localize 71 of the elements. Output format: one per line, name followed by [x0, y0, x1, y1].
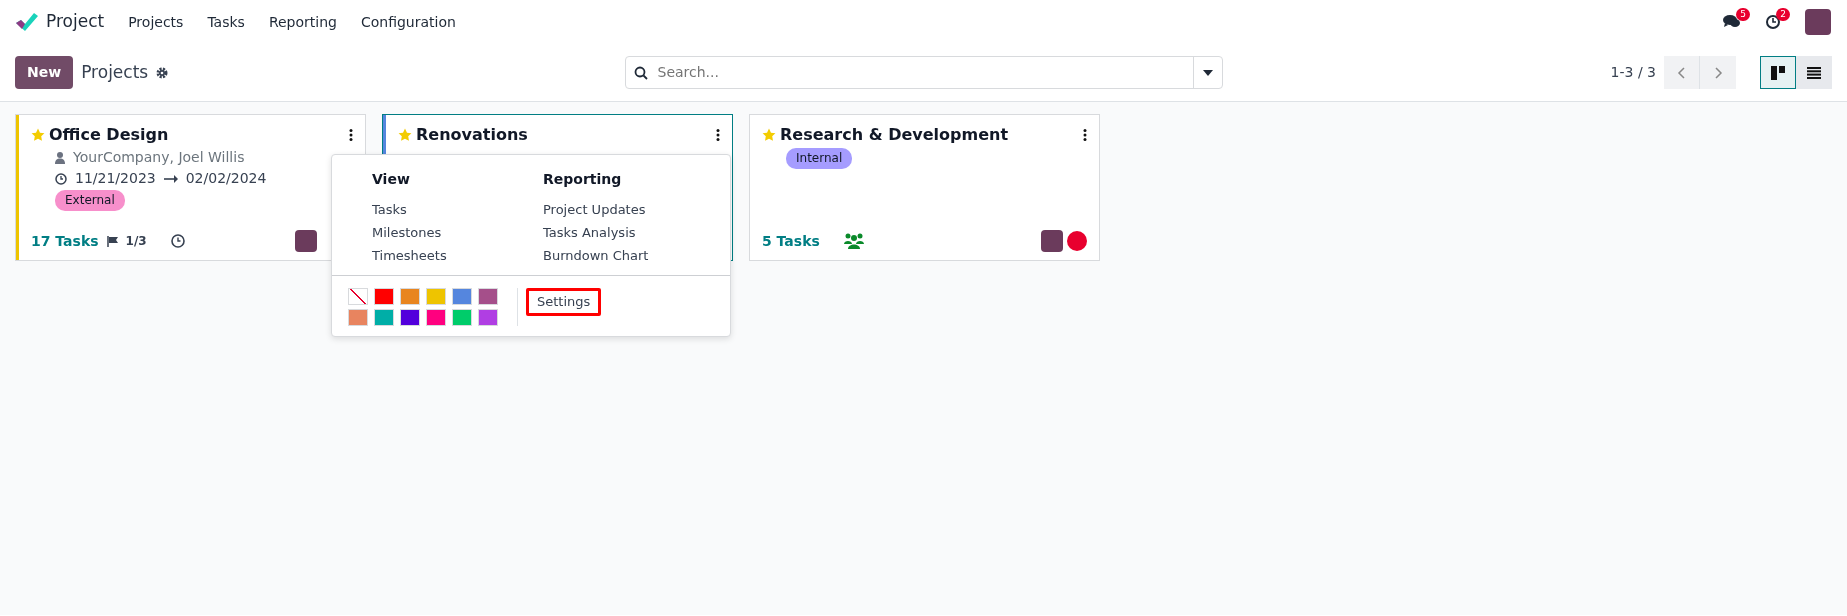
view-switch-button[interactable] [1796, 56, 1832, 89]
person-icon [55, 151, 65, 164]
settings-link[interactable]: Settings [526, 288, 602, 316]
more-options-icon[interactable] [716, 129, 720, 141]
color-swatch[interactable] [400, 309, 420, 326]
arrow-icon [163, 174, 178, 183]
user-avatar[interactable] [1041, 230, 1063, 252]
project-card[interactable]: Office Design YourCompany, Joel Willis 11/21/2023 02/02/2024 External 17 Tasks 1/3 [15, 114, 366, 261]
menu-item[interactable]: Project Updates [543, 198, 714, 221]
project-card[interactable]: Research & Development Internal 5 Tasks [749, 114, 1100, 261]
color-swatch[interactable] [374, 309, 394, 326]
menu-item[interactable]: Tasks Analysis [543, 221, 714, 244]
star-icon[interactable] [31, 128, 45, 142]
chevron-left-icon [1676, 65, 1687, 80]
menu-item[interactable]: Configuration [360, 11, 456, 33]
chat-icon[interactable] [1723, 14, 1741, 30]
more-options-icon[interactable] [1083, 129, 1087, 141]
tag: Internal [786, 148, 853, 169]
project-title: Office Design [49, 124, 169, 146]
menu-item[interactable]: Reporting [268, 11, 337, 33]
list-icon [1807, 66, 1821, 79]
color-swatch[interactable] [426, 288, 446, 305]
color-swatch[interactable] [452, 309, 472, 326]
no-color-swatch[interactable] [348, 288, 368, 305]
project-title: Renovations [416, 124, 528, 146]
tag: External [55, 190, 125, 211]
more-options-icon[interactable] [349, 129, 353, 141]
color-swatch[interactable] [426, 309, 446, 326]
end-date: 02/02/2024 [185, 169, 267, 188]
menu-item[interactable]: Projects [128, 11, 184, 33]
color-swatch[interactable] [374, 288, 394, 305]
user-avatar[interactable] [295, 230, 317, 252]
color-swatch[interactable] [400, 288, 420, 305]
flag-icon [106, 235, 118, 247]
menu-item[interactable]: Tasks [372, 198, 543, 221]
section-heading: Reporting [543, 170, 623, 189]
color-swatch[interactable] [478, 309, 498, 326]
pager-value: 1-3 / 3 [1610, 63, 1656, 82]
app-logo-icon[interactable] [16, 13, 38, 31]
caret-icon[interactable] [1202, 69, 1213, 76]
start-date: 11/21/2023 [75, 169, 156, 188]
clock-icon[interactable] [170, 234, 185, 248]
section-heading: View [372, 170, 411, 189]
menu-item[interactable]: Tasks [207, 11, 245, 33]
chevron-right-icon [1712, 65, 1724, 80]
color-swatch[interactable] [348, 309, 368, 326]
clock-icon[interactable] [1765, 14, 1781, 30]
status-dot[interactable] [1067, 231, 1087, 251]
color-swatch[interactable] [478, 288, 498, 305]
clock-icon [55, 172, 67, 185]
gear-icon[interactable] [156, 66, 169, 79]
milestone-count: 1/3 [125, 233, 147, 250]
menu-item[interactable]: Burndown Chart [543, 244, 714, 267]
search-icon [633, 65, 648, 80]
project-title: Research & Development [780, 124, 1009, 146]
count-badge: 2 [1776, 8, 1790, 21]
menu-item[interactable]: Timesheets [372, 244, 543, 267]
color-swatch[interactable] [452, 288, 472, 305]
breadcrumb: Projects [81, 60, 149, 84]
star-icon[interactable] [762, 128, 776, 142]
customer-name: YourCompany, Joel Willis [73, 148, 245, 167]
search-field[interactable]: Search... [624, 56, 1223, 89]
menu-item[interactable]: Milestones [372, 221, 543, 244]
new-button[interactable]: New [15, 56, 74, 89]
tasks-link[interactable]: 5 Tasks [762, 230, 820, 252]
tasks-link[interactable]: 17 Tasks [31, 230, 99, 252]
view-switch-button[interactable] [1760, 56, 1796, 89]
star-icon[interactable] [398, 128, 412, 142]
kanban-icon [1771, 65, 1785, 80]
app-name[interactable]: Project [46, 9, 105, 35]
count-badge: 5 [1736, 8, 1750, 21]
